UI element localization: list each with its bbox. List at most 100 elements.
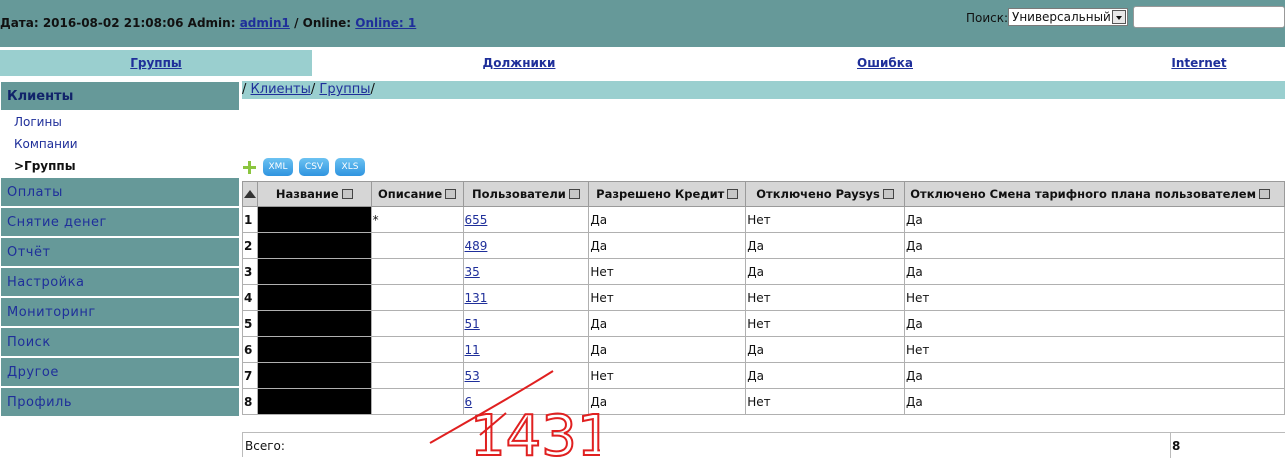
export-xls-button[interactable]: XLS bbox=[335, 158, 365, 176]
credit-cell: Нет bbox=[588, 258, 747, 285]
column-header-label: Пользователи bbox=[472, 187, 566, 201]
tab-debtors[interactable]: Должники bbox=[380, 50, 658, 76]
sidebar-section-clients[interactable]: Клиенты bbox=[0, 81, 240, 111]
add-icon[interactable] bbox=[243, 161, 256, 174]
credit-cell: Да bbox=[588, 388, 747, 415]
users-link[interactable]: 655 bbox=[465, 213, 488, 227]
column-header-label: Разрешено Кредит bbox=[596, 187, 725, 201]
date-value: 2016-08-02 21:08:06 bbox=[42, 16, 184, 30]
users-link[interactable]: 53 bbox=[465, 369, 480, 383]
tab-debtors-label[interactable]: Должники bbox=[483, 56, 556, 70]
column-toggle-icon[interactable] bbox=[727, 189, 739, 199]
users-cell: 131 bbox=[462, 284, 590, 311]
tab-error[interactable]: Ошибка bbox=[750, 50, 1020, 76]
breadcrumb-groups[interactable]: Группы bbox=[319, 82, 370, 97]
column-header[interactable]: Название bbox=[256, 181, 372, 207]
column-toggle-icon[interactable] bbox=[568, 189, 580, 199]
users-link[interactable]: 489 bbox=[465, 239, 488, 253]
breadcrumb-clients[interactable]: Клиенты bbox=[251, 82, 311, 97]
tariff-change-cell: Да bbox=[903, 362, 1285, 389]
admin-link[interactable]: admin1 bbox=[240, 16, 290, 30]
sidebar-item-search[interactable]: Поиск bbox=[0, 327, 240, 357]
redacted-name bbox=[256, 388, 372, 415]
tariff-change-cell: Да bbox=[903, 206, 1285, 233]
users-cell: 489 bbox=[462, 232, 590, 259]
table-row: 5 51 Да Нет Да bbox=[242, 310, 1285, 337]
credit-cell: Нет bbox=[588, 284, 747, 311]
column-toggle-icon[interactable] bbox=[341, 189, 353, 199]
tab-groups-label[interactable]: Группы bbox=[130, 56, 182, 70]
table-row: 7 53 Нет Да Да bbox=[242, 362, 1285, 389]
tariff-change-cell: Да bbox=[903, 258, 1285, 285]
search-type-select[interactable]: Универсальный bbox=[1008, 8, 1128, 26]
sidebar-item-report[interactable]: Отчёт bbox=[0, 237, 240, 267]
column-header-label: Название bbox=[275, 187, 339, 201]
description-cell bbox=[370, 258, 464, 285]
column-header-label: Описание bbox=[377, 187, 443, 201]
paysys-cell: Да bbox=[745, 336, 905, 363]
tab-internet-label[interactable]: Internet bbox=[1171, 56, 1226, 70]
sort-up-icon[interactable] bbox=[243, 190, 256, 198]
column-header[interactable]: Отключено Смена тарифного плана пользова… bbox=[903, 181, 1285, 207]
users-cell: 53 bbox=[462, 362, 590, 389]
admin-label: Admin: bbox=[187, 16, 236, 30]
sidebar-item-profile[interactable]: Профиль bbox=[0, 387, 240, 417]
search-type-value: Универсальный bbox=[1012, 10, 1111, 24]
export-csv-button[interactable]: CSV bbox=[299, 158, 329, 176]
users-link[interactable]: 131 bbox=[465, 291, 488, 305]
column-toggle-icon[interactable] bbox=[445, 189, 457, 199]
online-link[interactable]: Online: 1 bbox=[355, 16, 416, 30]
users-link[interactable]: 35 bbox=[465, 265, 480, 279]
sidebar-item-settings[interactable]: Настройка bbox=[0, 267, 240, 297]
date-label: Дата: bbox=[0, 16, 39, 30]
sidebar-sub-companies[interactable]: Компании bbox=[0, 133, 240, 155]
row-number: 6 bbox=[242, 336, 258, 363]
column-header[interactable]: Разрешено Кредит bbox=[588, 181, 747, 207]
users-link[interactable]: 11 bbox=[465, 343, 480, 357]
table-row: 6 11 Да Да Нет bbox=[242, 336, 1285, 363]
users-cell: 11 bbox=[462, 336, 590, 363]
breadcrumb-sep: / bbox=[242, 82, 247, 97]
column-header[interactable]: Описание bbox=[370, 181, 464, 207]
redacted-name bbox=[256, 362, 372, 389]
column-header[interactable]: Отключено Paysys bbox=[745, 181, 905, 207]
column-toggle-icon[interactable] bbox=[882, 189, 894, 199]
paysys-cell: Нет bbox=[745, 388, 905, 415]
description-cell bbox=[370, 362, 464, 389]
tab-groups[interactable]: Группы bbox=[0, 50, 312, 76]
sidebar-item-monitoring[interactable]: Мониторинг bbox=[0, 297, 240, 327]
paysys-cell: Нет bbox=[745, 284, 905, 311]
total-label: Всего: bbox=[245, 439, 285, 453]
paysys-cell: Да bbox=[745, 232, 905, 259]
column-header-label: Отключено Paysys bbox=[756, 187, 880, 201]
sidebar-item-other[interactable]: Другое bbox=[0, 357, 240, 387]
tab-error-label[interactable]: Ошибка bbox=[857, 56, 913, 70]
export-xml-button[interactable]: XML bbox=[263, 158, 293, 176]
table-row: 3 35 Нет Да Да bbox=[242, 258, 1285, 285]
sidebar-item-payments[interactable]: Оплаты bbox=[0, 177, 240, 207]
breadcrumb-sep: / bbox=[310, 82, 316, 97]
breadcrumb-sep: / bbox=[370, 82, 375, 97]
search-input[interactable] bbox=[1133, 6, 1285, 28]
table-body: 1 * 655 Да Нет Да 2 489 Да Да Да 3 35 Нет Да Да 4 131 Нет Н… bbox=[242, 206, 1285, 415]
row-number: 1 bbox=[242, 206, 258, 233]
row-number: 8 bbox=[242, 388, 258, 415]
users-link[interactable]: 51 bbox=[465, 317, 480, 331]
sidebar-sub-groups[interactable]: >Группы bbox=[0, 155, 240, 177]
row-number: 5 bbox=[242, 310, 258, 337]
column-header[interactable]: Пользователи bbox=[462, 181, 590, 207]
chevron-down-icon[interactable] bbox=[1112, 10, 1126, 24]
table-header-row: Название Описание Пользователи Разрешено… bbox=[242, 181, 1285, 207]
credit-cell: Да bbox=[588, 206, 747, 233]
sidebar-item-withdrawal[interactable]: Снятие денег bbox=[0, 207, 240, 237]
users-link[interactable]: 6 bbox=[465, 395, 473, 409]
credit-cell: Да bbox=[588, 310, 747, 337]
column-toggle-icon[interactable] bbox=[1259, 189, 1270, 199]
sidebar-sub-logins[interactable]: Логины bbox=[0, 111, 240, 133]
paysys-cell: Да bbox=[745, 258, 905, 285]
session-info: Дата: 2016-08-02 21:08:06 Admin: admin1 … bbox=[0, 16, 416, 30]
table-row: 8 6 Да Нет Да bbox=[242, 388, 1285, 415]
sort-column-header[interactable] bbox=[242, 181, 258, 207]
users-cell: 655 bbox=[462, 206, 590, 233]
tab-internet[interactable]: Internet bbox=[1120, 50, 1278, 76]
